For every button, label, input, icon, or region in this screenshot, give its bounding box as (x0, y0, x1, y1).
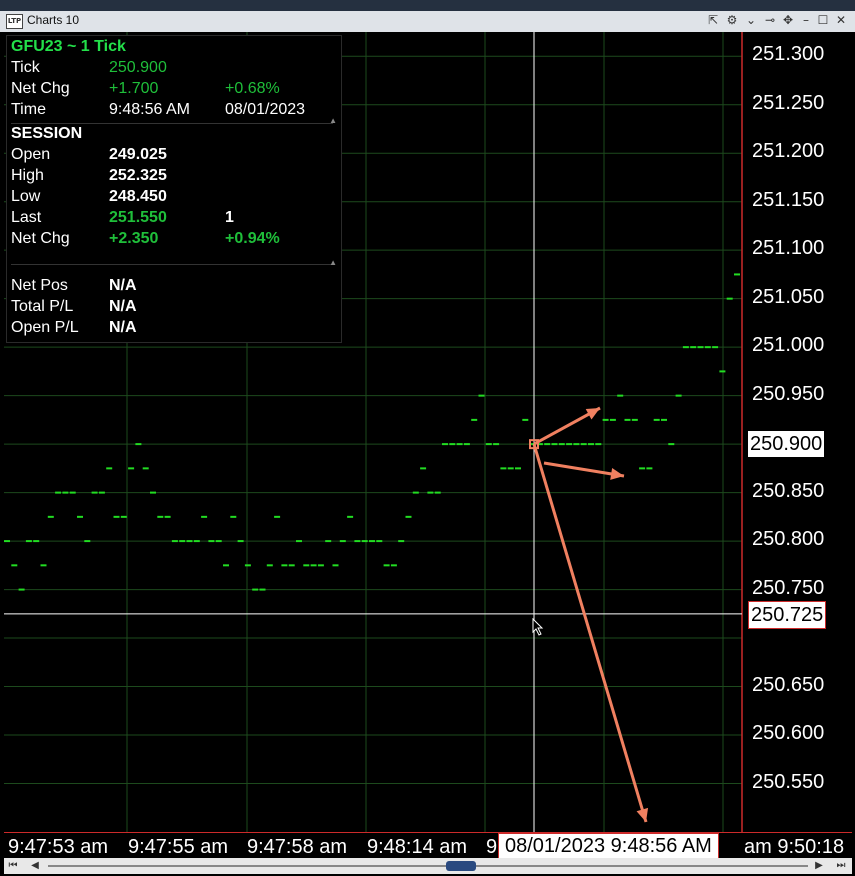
close-icon[interactable]: ✕ (834, 12, 848, 29)
time-tick-label: 9:48:26 am (486, 836, 498, 858)
price-tick-label: 251.000 (752, 334, 825, 357)
scroll-first-icon[interactable]: ⏮ (6, 858, 20, 874)
window-titlebar: LTP Charts 10 ⇱ ⚙ ⌄ ⊸ ✥ – ☐ ✕ (0, 0, 855, 32)
time-tick-label: 9:50:18 am (744, 836, 845, 858)
app-logo-icon: LTP (6, 14, 23, 29)
session-header: SESSION (11, 125, 83, 142)
price-tick-label: 251.050 (752, 285, 825, 308)
price-tick-label: 251.100 (752, 237, 825, 260)
time-label: Time (11, 101, 46, 118)
minimize-icon[interactable]: – (799, 12, 813, 29)
low-value: 248.450 (109, 188, 167, 205)
open-value: 249.025 (109, 146, 167, 163)
price-tick-label: 250.950 (752, 382, 825, 405)
high-value: 252.325 (109, 167, 167, 184)
session-netchg-pct: +0.94% (225, 230, 280, 247)
time-tick-label: 9:48:14 am (367, 836, 468, 858)
last-label: Last (11, 209, 42, 226)
collapse-up-icon[interactable]: ▲ (329, 258, 337, 267)
price-tick-label: 251.300 (752, 43, 825, 66)
tick-value: 250.900 (109, 59, 167, 76)
price-axis[interactable]: 251.300 251.250 251.200 251.150 251.100 251.0… (742, 32, 852, 832)
netchg-label: Net Chg (11, 80, 70, 97)
time-value: 9:48:56 AM (109, 101, 190, 118)
window-title: Charts 10 (27, 13, 80, 27)
time-tick-label: 9:47:58 am (247, 836, 348, 858)
annotation-arrowhead (610, 467, 624, 480)
current-price-box: 250.900 (748, 431, 825, 458)
cursor-time-box: 08/01/2023 9:48:56 AM (498, 833, 719, 859)
price-tick-label: 251.250 (752, 91, 825, 114)
time-tick-label: 9:47:53 am (8, 836, 109, 858)
last-size: 1 (225, 209, 234, 226)
symbol-label: GFU23 ~ 1 Tick (11, 38, 126, 55)
price-tick-label: 251.200 (752, 140, 825, 163)
cursor-price-box: 250.725 (748, 600, 827, 629)
netchg-pct: +0.68% (225, 80, 280, 97)
scroll-left-icon[interactable]: ◀ (28, 858, 42, 874)
maximize-icon[interactable]: ☐ (816, 12, 830, 29)
high-label: High (11, 167, 44, 184)
price-tick-label: 250.600 (752, 722, 825, 745)
scroll-right-icon[interactable]: ▶ (812, 858, 826, 874)
price-tick-label: 251.150 (752, 188, 825, 211)
price-tick-label: 250.750 (752, 576, 825, 599)
scroll-thumb[interactable] (446, 861, 476, 871)
move-icon[interactable]: ✥ (781, 12, 795, 29)
mouse-cursor-icon (532, 618, 544, 636)
tick-label: Tick (11, 59, 40, 76)
data-box-panel: GFU23 ~ 1 Tick Tick 250.900 Net Chg +1.7… (6, 35, 342, 343)
totalpl-label: Total P/L (11, 298, 74, 315)
price-tick-label: 250.800 (752, 528, 825, 551)
horizontal-scrollbar[interactable]: ⏮ ◀ ▶ ⏭ (4, 858, 852, 874)
link-icon[interactable]: ⇱ (706, 12, 720, 29)
date-value: 08/01/2023 (225, 101, 306, 118)
annotation-arrow (532, 443, 648, 823)
openpl-label: Open P/L (11, 319, 79, 336)
price-tick-label: 250.650 (752, 673, 825, 696)
panel-separator (11, 123, 333, 124)
session-netchg-label: Net Chg (11, 230, 70, 247)
price-tick-label: 250.850 (752, 479, 825, 502)
gear-icon[interactable]: ⚙ (725, 12, 739, 29)
time-tick-label: 9:47:55 am (128, 836, 229, 858)
price-tick-label: 250.550 (752, 770, 825, 793)
collapse-up-icon[interactable]: ▲ (329, 116, 337, 125)
session-netchg-value: +2.350 (109, 230, 159, 247)
last-value: 251.550 (109, 209, 167, 226)
scroll-last-icon[interactable]: ⏭ (834, 858, 848, 874)
low-label: Low (11, 188, 41, 205)
chevron-down-icon[interactable]: ⌄ (744, 12, 758, 29)
netpos-label: Net Pos (11, 277, 68, 294)
netchg-value: +1.700 (109, 80, 159, 97)
open-label: Open (11, 146, 51, 163)
time-axis[interactable]: 9:47:53 am 9:47:55 am 9:47:58 am 9:48:14… (4, 832, 852, 859)
openpl-value: N/A (109, 319, 137, 336)
netpos-value: N/A (109, 277, 137, 294)
totalpl-value: N/A (109, 298, 137, 315)
pin-icon[interactable]: ⊸ (763, 12, 777, 29)
scroll-track[interactable] (48, 865, 808, 867)
panel-separator (11, 264, 333, 265)
